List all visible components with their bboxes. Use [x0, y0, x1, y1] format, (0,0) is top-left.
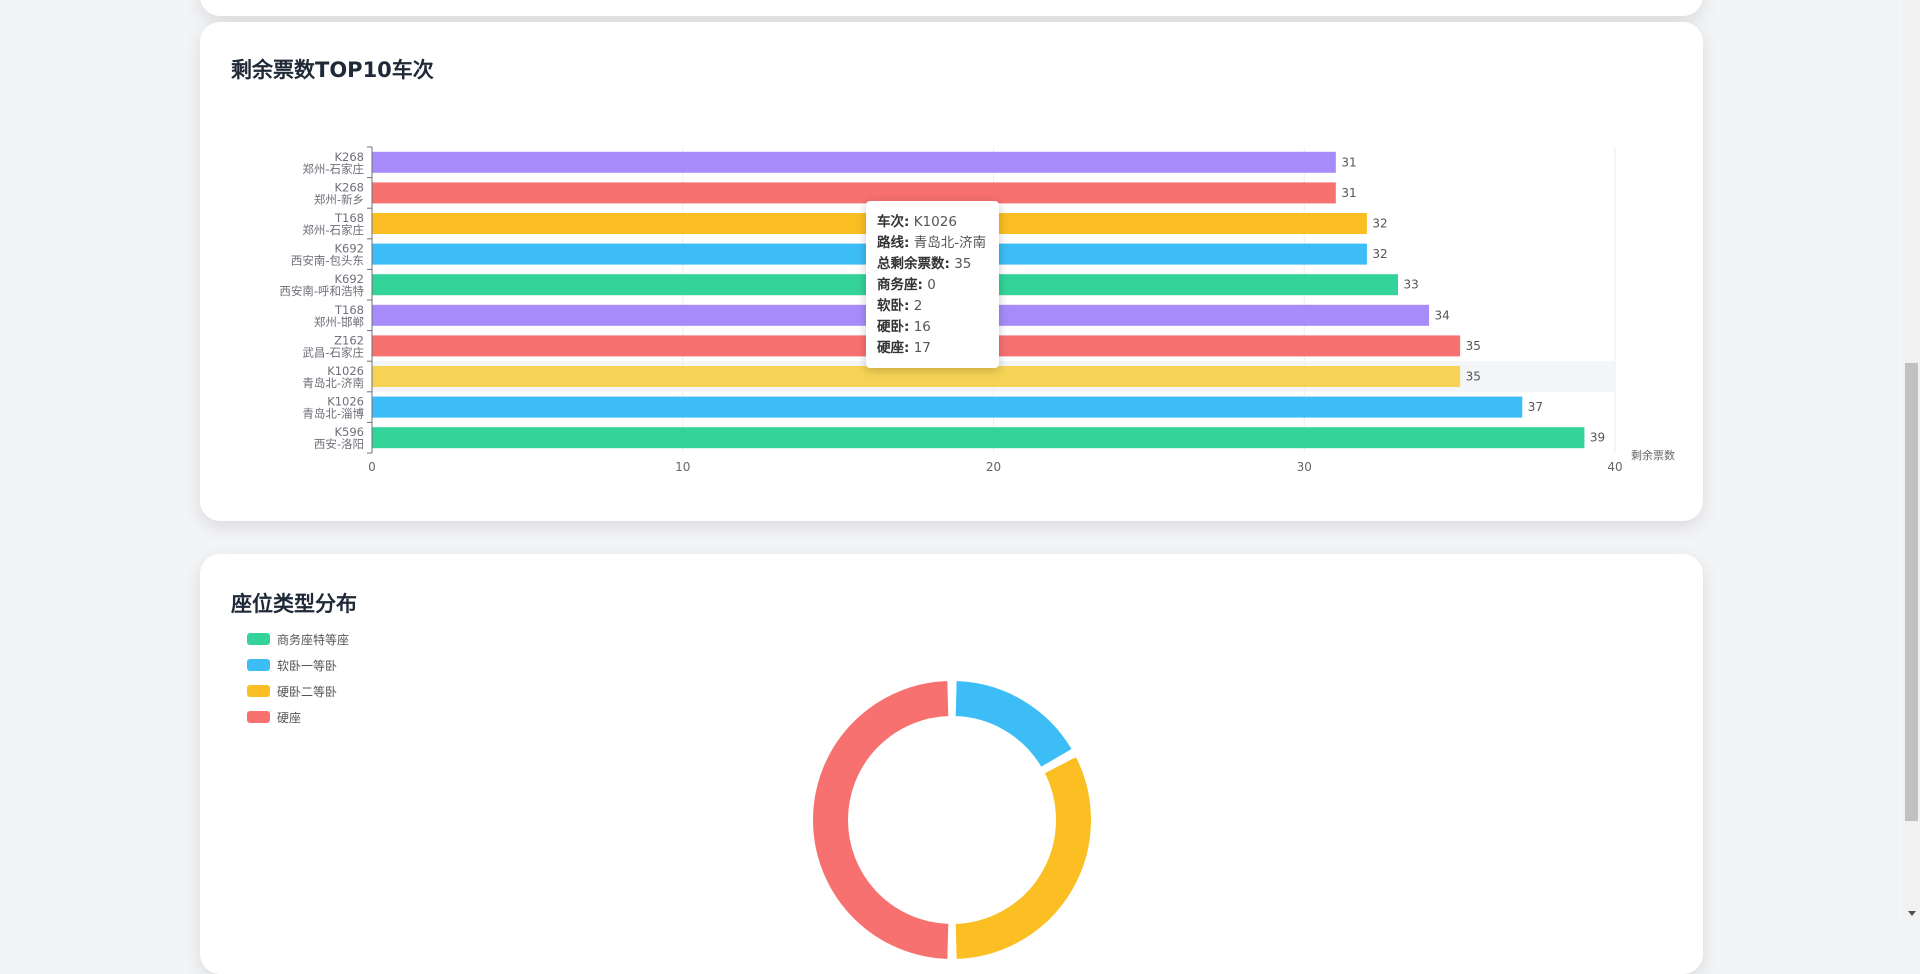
category-label-route: 郑州-石家庄 — [302, 162, 364, 176]
category-label-route: 青岛北-淄博 — [302, 407, 364, 421]
bar[interactable] — [372, 182, 1336, 204]
tooltip-value: 青岛北-济南 — [913, 235, 987, 251]
tooltip-row: 总剩余票数: 35 — [877, 254, 988, 275]
category-label-route: 西安南-包头东 — [291, 254, 364, 268]
tooltip-key: 总剩余票数: — [877, 256, 950, 272]
tooltip-row: 软卧: 2 — [877, 296, 988, 317]
tooltip-value: 16 — [913, 319, 931, 335]
x-axis-label: 剩余票数 — [1631, 448, 1675, 462]
pie-slice[interactable] — [811, 679, 951, 961]
tooltip-row: 硬座: 17 — [877, 338, 988, 359]
tooltip-value: 2 — [913, 298, 923, 314]
bar-value-label: 33 — [1403, 278, 1418, 292]
pie-slice[interactable] — [953, 679, 1074, 770]
x-tick-label: 30 — [1297, 460, 1312, 474]
pie-chart[interactable] — [200, 554, 1703, 974]
category-label-route: 郑州-新乡 — [314, 192, 364, 206]
bar-value-label: 37 — [1528, 400, 1543, 414]
x-tick-label: 40 — [1607, 460, 1622, 474]
category-label-route: 郑州-石家庄 — [302, 223, 364, 237]
bar-value-label: 32 — [1372, 247, 1387, 261]
bar-value-label: 35 — [1466, 370, 1481, 384]
bar[interactable] — [372, 396, 1523, 418]
bar-value-label: 39 — [1590, 431, 1605, 445]
tooltip-key: 软卧: — [877, 298, 910, 314]
bar[interactable] — [372, 427, 1585, 449]
category-label-route: 武昌-石家庄 — [302, 345, 364, 359]
category-label-route: 郑州-邯郸 — [314, 315, 364, 329]
bar-tooltip: 车次: K1026 路线: 青岛北-济南 总剩余票数: 35 商务座: 0 软卧… — [866, 201, 999, 368]
bar-value-label: 31 — [1341, 155, 1356, 169]
tooltip-value: 0 — [927, 277, 936, 293]
tooltip-value: 35 — [954, 256, 972, 272]
tooltip-key: 硬卧: — [877, 319, 910, 335]
previous-card — [200, 0, 1703, 16]
pie-slice[interactable] — [953, 754, 1093, 961]
scrollbar-thumb[interactable] — [1905, 363, 1918, 821]
bar-value-label: 31 — [1341, 186, 1356, 200]
tooltip-key: 路线: — [877, 235, 910, 251]
tooltip-row: 车次: K1026 — [877, 212, 988, 233]
bar[interactable] — [372, 366, 1461, 387]
scrollbar[interactable] — [1903, 0, 1920, 921]
x-tick-label: 10 — [675, 460, 690, 474]
category-label-route: 西安-洛阳 — [314, 437, 364, 451]
tooltip-key: 硬座: — [877, 340, 910, 356]
tooltip-row: 商务座: 0 — [877, 275, 988, 296]
tooltip-row: 硬卧: 16 — [877, 317, 988, 338]
tooltip-value: K1026 — [913, 214, 957, 230]
tooltip-value: 17 — [913, 340, 931, 356]
category-label-route: 西安南-呼和浩特 — [279, 284, 364, 298]
bar-value-label: 35 — [1466, 339, 1481, 353]
scroll-down-arrow-icon[interactable] — [1908, 911, 1916, 916]
category-label-route: 青岛北-济南 — [302, 376, 364, 390]
tooltip-key: 车次: — [877, 214, 910, 230]
tooltip-key: 商务座: — [877, 277, 923, 293]
x-tick-label: 20 — [986, 460, 1001, 474]
bar-value-label: 34 — [1435, 308, 1450, 322]
tooltip-row: 路线: 青岛北-济南 — [877, 233, 988, 254]
bar[interactable] — [372, 151, 1336, 173]
pie-chart-card: 座位类型分布 商务座特等座 软卧一等卧 硬卧二等卧 硬座 — [200, 554, 1703, 974]
x-tick-label: 0 — [368, 460, 376, 474]
bar-value-label: 32 — [1372, 217, 1387, 231]
